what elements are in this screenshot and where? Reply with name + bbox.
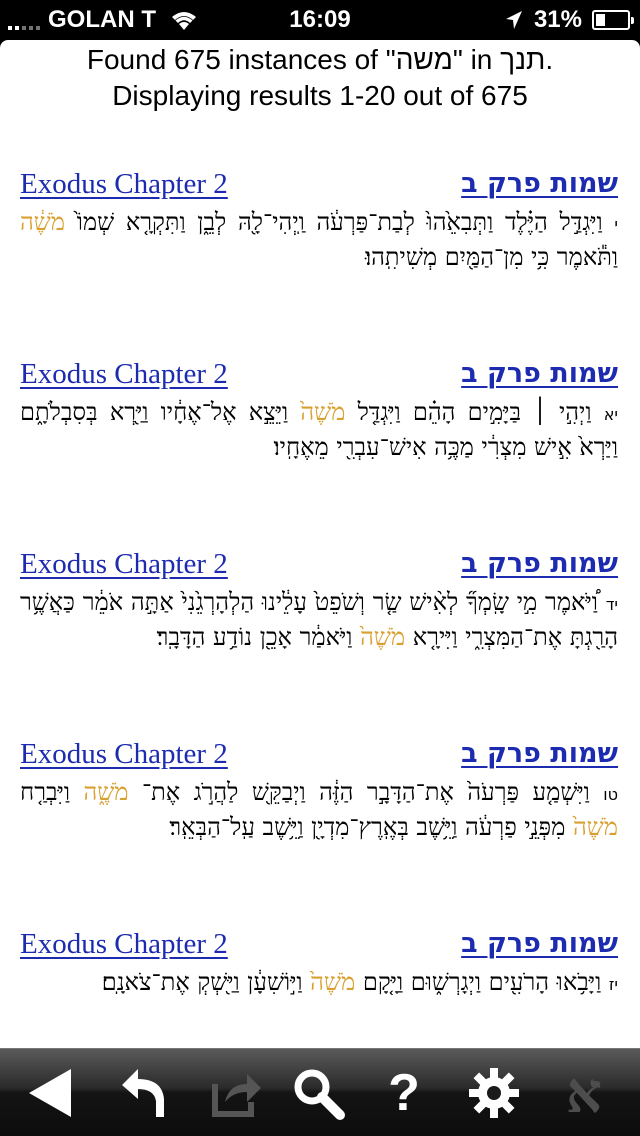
search-icon (294, 1069, 345, 1120)
verse-text-after: מִפְּנֵ֣י פַרְעֹ֔ה וַיֵּ֥שֶׁב בְּאֶֽרֶץ־… (169, 813, 566, 841)
english-chapter-link[interactable]: Exodus Chapter 2 (20, 358, 228, 391)
back-triangle-icon (29, 1069, 71, 1117)
help-button[interactable]: ? (372, 1061, 436, 1125)
gear-icon (469, 1068, 519, 1118)
summary-line-displaying: Displaying results 1-20 out of 675 (112, 80, 528, 111)
verse-text-mid: וַיִּבְרַ֤ח (20, 778, 70, 806)
verse-text: יא וַיְהִ֣י ׀ בַּיָּמִ֣ים הָהֵ֗ם וַיִּגְ… (0, 396, 640, 463)
english-chapter-link[interactable]: Exodus Chapter 2 (20, 168, 228, 201)
bottom-toolbar: ? א (0, 1048, 640, 1136)
verse-number: יא (603, 405, 618, 424)
language-button[interactable]: א (552, 1061, 616, 1125)
verse-text-after: וַיּ֣וֹשִׁעָ֔ן וַיַּ֖שְׁקְ אֶת־צֹאנָֽם׃ (101, 968, 303, 996)
result-header: Exodus Chapter 2 שמות פרק ב (0, 358, 640, 396)
verse-number: טו (603, 785, 618, 804)
verse-text-before: וַיָּבֹ֥אוּ הָרֹעִ֖ים וַיְגָרְשׁ֑וּם וַי… (362, 968, 602, 996)
location-arrow-icon (505, 11, 522, 29)
hebrew-chapter-link[interactable]: שמות פרק ב (461, 548, 618, 579)
hebrew-chapter-link[interactable]: שמות פרק ב (461, 928, 618, 959)
battery-icon (592, 10, 634, 30)
summary-line-found: Found 675 instances of "משה" in תנך. (86, 44, 554, 75)
battery-percent: 31% (533, 6, 582, 33)
return-button[interactable] (112, 1061, 176, 1125)
hebrew-chapter-link[interactable]: שמות פרק ב (461, 738, 618, 769)
verse-text: טו וַיִּשְׁמַ֤ע פַּרְעֹה֙ אֶת־הַדָּבָ֣ר … (0, 776, 640, 843)
highlighted-match: מֹשֶׁה֙ (300, 398, 346, 426)
share-button[interactable] (204, 1061, 268, 1125)
verse-text-before: וַיִּגְדַּ֣ל הַיֶּ֗לֶד וַתְּבִאֵ֙הוּ֙ לְ… (76, 208, 603, 236)
verse-number: יז (608, 975, 618, 994)
back-button[interactable] (18, 1061, 82, 1125)
search-result: Exodus Chapter 2 שמות פרק ב יד וַ֠יֹּאמֶ… (0, 548, 640, 653)
verse-text-after: וַיֹּאמַ֔ר אָכֵ֖ן נוֹדַ֥ע הַדָּבָֽר׃ (156, 623, 353, 651)
search-button[interactable] (286, 1061, 350, 1125)
highlighted-match: מֹשֶׁה֙ (572, 813, 618, 841)
verse-text-after: וַתֹּ֕אמֶר כִּ֥י מִן־הַמַּ֖יִם מְשִׁיתִֽ… (364, 243, 618, 271)
search-result: Exodus Chapter 2 שמות פרק ב יא וַיְהִ֣י … (0, 358, 640, 463)
verse-text: יד וַ֠יֹּאמֶר מִ֣י שָֽׂמְךָ֞ לְאִ֨ישׁ שַ… (0, 586, 640, 653)
search-result: Exodus Chapter 2 שמות פרק ב יז וַיָּבֹ֥א… (0, 928, 640, 1001)
result-header: Exodus Chapter 2 שמות פרק ב (0, 548, 640, 586)
result-header: Exodus Chapter 2 שמות פרק ב (0, 928, 640, 966)
status-bar: GOLAN T 16:09 31% (0, 0, 640, 40)
battery-fill (596, 14, 606, 26)
results-summary: Found 675 instances of "משה" in תנך. Dis… (0, 42, 640, 114)
hebrew-chapter-link[interactable]: שמות פרק ב (461, 358, 618, 389)
share-icon (212, 1074, 261, 1117)
verse-text-before: וַיִּשְׁמַ֤ע פַּרְעֹה֙ אֶת־הַדָּבָ֣ר הַז… (141, 778, 590, 806)
search-result: Exodus Chapter 2 שמות פרק ב טו וַיִּשְׁמ… (0, 738, 640, 843)
hebrew-chapter-link[interactable]: שמות פרק ב (461, 168, 618, 199)
english-chapter-link[interactable]: Exodus Chapter 2 (20, 548, 228, 581)
english-chapter-link[interactable]: Exodus Chapter 2 (20, 928, 228, 961)
verse-text: יז וַיָּבֹ֥אוּ הָרֹעִ֖ים וַיְגָרְשׁ֑וּם … (0, 966, 640, 1001)
highlighted-match: מֹשֶׁה֙ (360, 623, 406, 651)
result-header: Exodus Chapter 2 שמות פרק ב (0, 738, 640, 776)
aleph-icon: א (566, 1060, 602, 1126)
highlighted-match: מֹשֶׁה֙ (310, 968, 356, 996)
highlighted-match: מֹשֶׁ֑ה (83, 778, 129, 806)
verse-text-before: וַיְהִ֣י ׀ בַּיָּמִ֣ים הָהֵ֗ם וַיִּגְדַּ… (357, 398, 592, 426)
english-chapter-link[interactable]: Exodus Chapter 2 (20, 738, 228, 771)
search-results-view[interactable]: Found 675 instances of "משה" in תנך. Dis… (0, 40, 640, 1050)
verse-text: י וַיִּגְדַּ֣ל הַיֶּ֗לֶד וַתְּבִאֵ֙הוּ֙ … (0, 206, 640, 273)
return-arrow-icon (122, 1069, 164, 1117)
verse-number: י (614, 215, 618, 234)
search-result: Exodus Chapter 2 שמות פרק ב י וַיִּגְדַּ… (0, 168, 640, 273)
help-icon: ? (388, 1064, 420, 1122)
settings-button[interactable] (462, 1061, 526, 1125)
result-header: Exodus Chapter 2 שמות פרק ב (0, 168, 640, 206)
verse-number: יד (605, 595, 618, 614)
status-right: 31% (504, 6, 634, 34)
highlighted-match: מֹשֶׁ֔ה (20, 208, 66, 236)
